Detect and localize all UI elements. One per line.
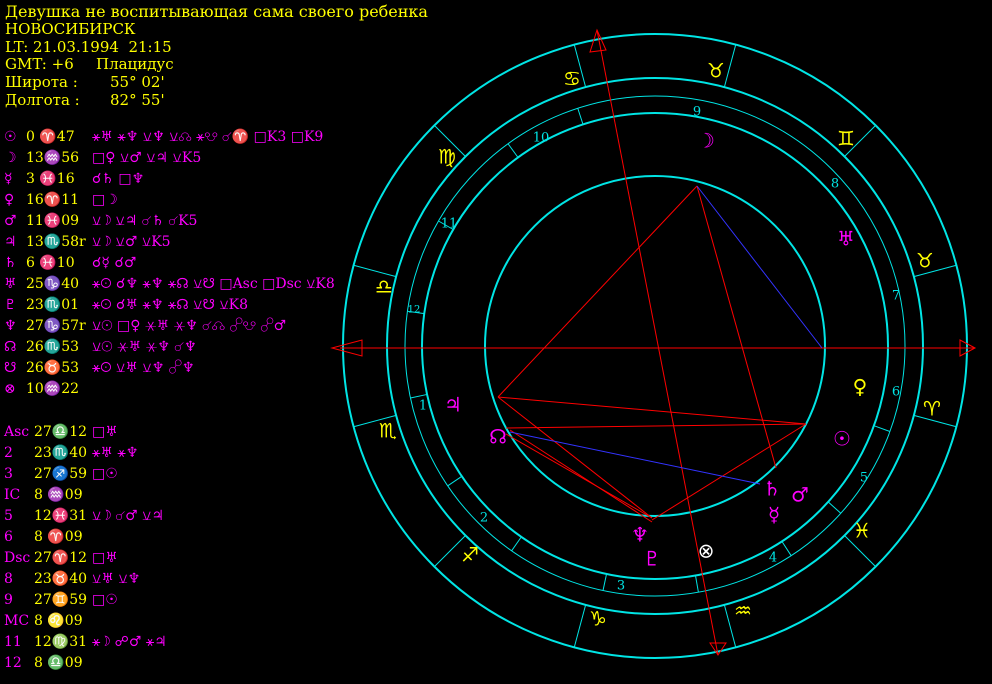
- planet-glyph: ♅: [837, 227, 855, 251]
- zodiac-sign-glyph: ♒: [734, 599, 752, 623]
- house-number: 4: [769, 551, 777, 566]
- planet-glyph: ♄: [763, 477, 781, 501]
- inner-ring: [484, 175, 826, 517]
- planet-glyph: ⊗: [698, 539, 715, 563]
- planet-glyph: ♆: [631, 523, 649, 547]
- aspect-line-red: [505, 423, 807, 429]
- zodiac-sign-glyph: ♊: [837, 127, 855, 151]
- natal-chart-wheel: ♋ ♉♊♉♈♓♒♑♐♏♎♍910111212345678☽♅♀☉♂♄☿⊗♆♇☊♃: [330, 28, 977, 659]
- aspect-line-red: [497, 396, 653, 519]
- aspect-line-red: [651, 423, 807, 521]
- planet-glyph: ♀: [853, 375, 868, 399]
- zodiac-sign-glyph: ♋: [563, 67, 581, 91]
- zodiac-sign-glyph: ♉: [916, 249, 934, 273]
- aspect-line-red: [509, 429, 653, 523]
- planet-glyph: ☿: [768, 503, 780, 527]
- house-number: 3: [617, 579, 625, 594]
- house-cusp-tick: [507, 143, 519, 158]
- zodiac-sign-glyph: ♍: [438, 145, 456, 169]
- planet-glyph: ♇: [643, 547, 661, 571]
- zodiac-sign-glyph: ♑: [589, 607, 607, 631]
- zodiac-sign-glyph: ♉: [707, 59, 725, 83]
- aspect-line-red: [497, 185, 698, 398]
- house-number: 2: [480, 511, 488, 526]
- house-number: 12: [408, 305, 421, 316]
- house-number: 11: [441, 217, 458, 232]
- house-band-inner: [421, 112, 889, 580]
- sign-divider: [573, 604, 587, 648]
- aspect-line-blue: [696, 185, 823, 349]
- house-number: 10: [533, 131, 550, 146]
- house-number: 1: [419, 399, 427, 414]
- planet-glyph: ☊: [489, 425, 507, 449]
- planet-glyph: ♃: [444, 393, 462, 417]
- planet-glyph: ☉: [833, 427, 851, 451]
- house-cusp-tick: [577, 108, 584, 125]
- zodiac-sign-glyph: ♈: [923, 397, 941, 421]
- zodiac-sign-glyph: ♐: [461, 543, 479, 567]
- zodiac-sign-glyph: ♓: [853, 519, 871, 543]
- sign-divider: [723, 44, 737, 88]
- house-cusp-tick: [602, 573, 608, 591]
- house-number: 5: [860, 471, 868, 486]
- house-cusp-tick: [781, 541, 792, 556]
- house-number: 7: [892, 289, 900, 304]
- house-number: 8: [831, 177, 839, 192]
- planet-glyph: ♂: [791, 483, 809, 507]
- zodiac-sign-glyph: ♎: [375, 275, 393, 299]
- house-cusp-tick: [827, 501, 842, 514]
- house-number: 9: [693, 105, 701, 120]
- house-cusp-tick: [873, 425, 891, 432]
- planet-glyph: ☽: [697, 129, 715, 153]
- zodiac-sign-glyph: ♏: [379, 419, 397, 443]
- house-cusp-tick: [410, 393, 428, 399]
- zodiac-inner-ring: [386, 77, 924, 615]
- house-cusp-tick: [694, 575, 699, 593]
- house-cusp-tick: [511, 536, 522, 552]
- house-cusp-tick: [447, 475, 463, 487]
- house-number: 6: [892, 385, 900, 400]
